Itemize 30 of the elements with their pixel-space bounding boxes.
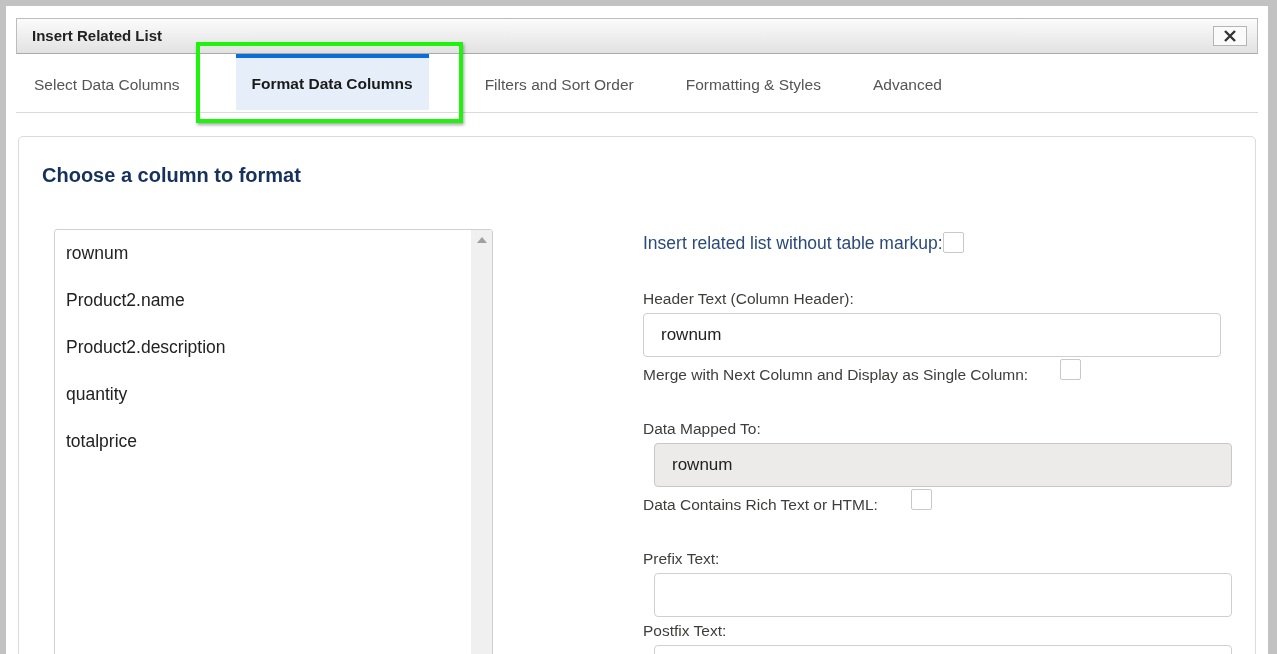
- field-label: Data Contains Rich Text or HTML:: [643, 495, 878, 515]
- field-label: Postfix Text:: [643, 621, 728, 641]
- field-label: Header Text (Column Header):: [643, 289, 855, 309]
- option-label: Insert related list without table markup:: [643, 232, 943, 255]
- checkbox[interactable]: [910, 489, 932, 510]
- list-item[interactable]: rownum: [66, 240, 460, 287]
- checkbox[interactable]: [942, 232, 964, 253]
- list-item[interactable]: totalprice: [66, 428, 460, 475]
- tab[interactable]: Formatting & Styles: [669, 54, 837, 112]
- field-label: Merge with Next Column and Display as Single Column:: [643, 365, 1029, 385]
- list-item[interactable]: quantity: [66, 381, 460, 428]
- list-item[interactable]: Product2.description: [66, 334, 460, 381]
- column-list[interactable]: rownum Product2.name Product2.description quantity totalprice: [54, 229, 493, 654]
- section-heading: Choose a column to format: [42, 163, 302, 187]
- field-label: Prefix Text:: [643, 549, 721, 569]
- window-title: Insert Related List: [32, 25, 163, 46]
- text-field[interactable]: rownum: [654, 443, 1232, 487]
- text-field[interactable]: [654, 573, 1232, 617]
- tab[interactable]: Format Data Columns: [235, 54, 429, 110]
- scroll-up-icon[interactable]: [476, 237, 487, 243]
- checkbox[interactable]: [1060, 359, 1082, 380]
- tab[interactable]: Filters and Sort Order: [468, 54, 650, 112]
- tab[interactable]: Advanced: [856, 54, 958, 112]
- close-icon: [1224, 30, 1236, 42]
- text-field[interactable]: rownum: [643, 313, 1221, 357]
- close-button[interactable]: [1213, 26, 1247, 46]
- scrollbar[interactable]: [471, 230, 492, 654]
- list-item[interactable]: Product2.name: [66, 287, 460, 334]
- field-label: Data Mapped To:: [643, 419, 762, 439]
- tab[interactable]: Select Data Columns: [18, 54, 196, 112]
